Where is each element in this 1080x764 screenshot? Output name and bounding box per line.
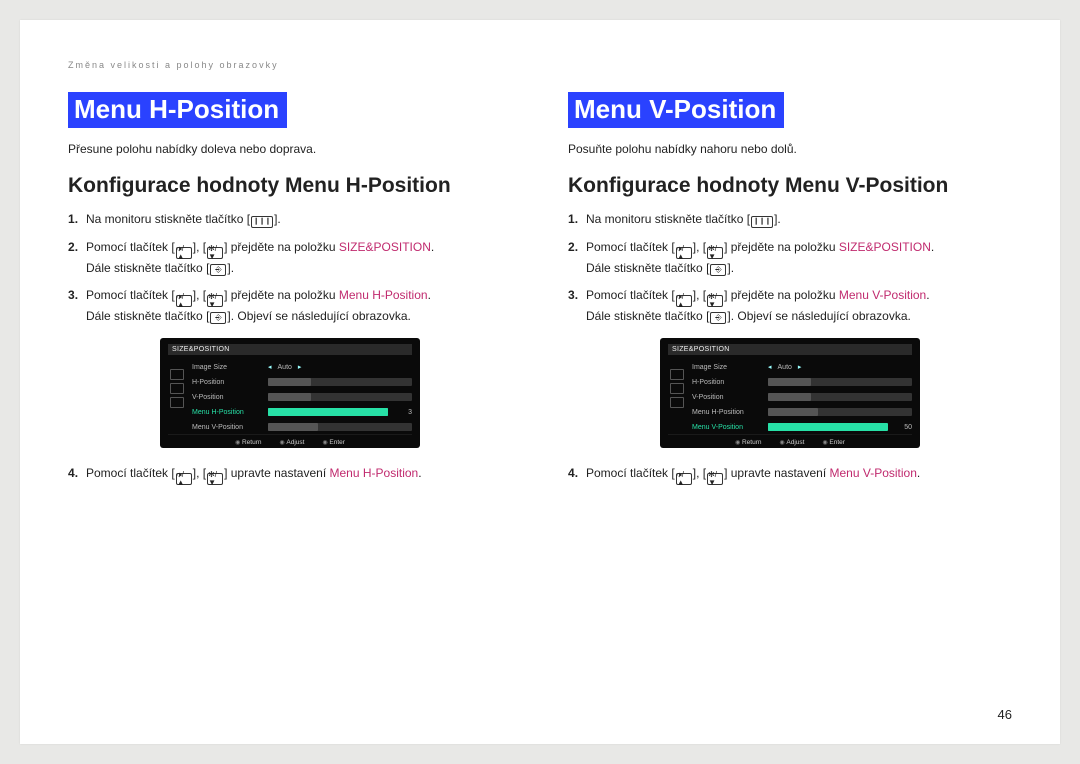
volume-up-button-icon: [🕩/▲]: [171, 240, 196, 254]
menu-position-label: Menu V-Position: [830, 466, 917, 480]
step-item: Pomocí tlačítek [🕩/▲], [✻/▼] přejděte na…: [568, 238, 1012, 278]
volume-up-button-icon: [🕩/▲]: [171, 288, 196, 302]
osd-screenshot: SIZE&POSITIONImage Size◂ Auto ▸H-Positio…: [568, 338, 1012, 448]
manual-page: Změna velikosti a polohy obrazovky Menu …: [20, 20, 1060, 744]
step-item: Pomocí tlačítek [🕩/▲], [✻/▼] přejděte na…: [568, 286, 1012, 326]
menu-position-label: Menu H-Position: [339, 288, 428, 302]
brightness-down-button-icon: [✻/▼]: [703, 240, 728, 254]
volume-up-button-icon: [🕩/▲]: [671, 240, 696, 254]
section-title: Menu H-Position: [68, 92, 287, 128]
step-item: Na monitoru stiskněte tlačítko [❙❙❙].: [68, 210, 512, 229]
breadcrumb: Změna velikosti a polohy obrazovky: [68, 60, 1012, 70]
menu-button-icon: [❙❙❙]: [747, 212, 778, 226]
step-item: Pomocí tlačítek [🕩/▲], [✻/▼] upravte nas…: [68, 464, 512, 485]
size-position-label: SIZE&POSITION: [339, 240, 431, 254]
menu-button-icon: [❙❙❙]: [247, 212, 278, 226]
section-intro: Posuňte polohu nabídky nahoru nebo dolů.: [568, 142, 1012, 156]
volume-up-button-icon: [🕩/▲]: [671, 466, 696, 480]
two-column-layout: Menu H-Position Přesune polohu nabídky do…: [68, 92, 1012, 494]
brightness-down-button-icon: [✻/▼]: [703, 466, 728, 480]
section-subhead: Konfigurace hodnoty Menu V-Position: [568, 174, 1012, 198]
step-item: Na monitoru stiskněte tlačítko [❙❙❙].: [568, 210, 1012, 229]
section-title: Menu V-Position: [568, 92, 784, 128]
osd-screenshot: SIZE&POSITIONImage Size◂ Auto ▸H-Positio…: [68, 338, 512, 448]
brightness-down-button-icon: [✻/▼]: [203, 288, 228, 302]
step-list: Na monitoru stiskněte tlačítko [❙❙❙]. Pom…: [568, 210, 1012, 485]
brightness-down-button-icon: [✻/▼]: [203, 466, 228, 480]
volume-up-button-icon: [🕩/▲]: [671, 288, 696, 302]
enter-button-icon: [⎆]: [206, 309, 231, 323]
page-number: 46: [998, 707, 1012, 722]
right-column: Menu V-Position Posuňte polohu nabídky na…: [568, 92, 1012, 494]
volume-up-button-icon: [🕩/▲]: [171, 466, 196, 480]
step-item: Pomocí tlačítek [🕩/▲], [✻/▼] přejděte na…: [68, 238, 512, 278]
size-position-label: SIZE&POSITION: [839, 240, 931, 254]
step-item: Pomocí tlačítek [🕩/▲], [✻/▼] přejděte na…: [68, 286, 512, 326]
menu-position-label: Menu V-Position: [839, 288, 926, 302]
step-list: Na monitoru stiskněte tlačítko [❙❙❙]. Pom…: [68, 210, 512, 485]
enter-button-icon: [⎆]: [706, 261, 731, 275]
enter-button-icon: [⎆]: [206, 261, 231, 275]
brightness-down-button-icon: [✻/▼]: [703, 288, 728, 302]
left-column: Menu H-Position Přesune polohu nabídky do…: [68, 92, 512, 494]
section-subhead: Konfigurace hodnoty Menu H-Position: [68, 174, 512, 198]
enter-button-icon: [⎆]: [706, 309, 731, 323]
section-intro: Přesune polohu nabídky doleva nebo dopra…: [68, 142, 512, 156]
menu-position-label: Menu H-Position: [330, 466, 419, 480]
brightness-down-button-icon: [✻/▼]: [203, 240, 228, 254]
step-item: Pomocí tlačítek [🕩/▲], [✻/▼] upravte nas…: [568, 464, 1012, 485]
